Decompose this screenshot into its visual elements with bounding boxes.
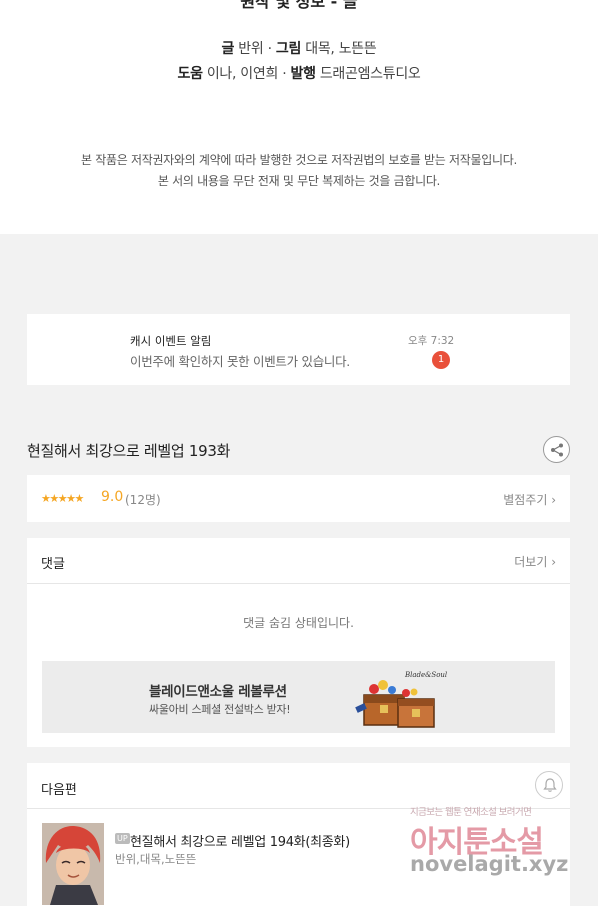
rate-button[interactable]: 별점주기 › <box>503 491 556 508</box>
notification-time: 오후 7:32 <box>408 335 455 347</box>
site-watermark: 지금보는 웹툰 연재소설 보려거면 아지툰소설 novelagit.xyz <box>408 800 584 890</box>
notification-title: 캐시 이벤트 알림 <box>130 334 212 348</box>
share-button[interactable] <box>543 436 570 463</box>
comments-card: 댓글 더보기 › 댓글 숨김 상태입니다. 블레이드앤소울 레볼루션 싸울아비 … <box>27 538 570 747</box>
comments-hidden-text: 댓글 숨김 상태입니다. <box>243 616 354 630</box>
credit-label: 그림 <box>275 41 302 57</box>
treasure-chest-image: Blade&Soul 레볼루션 <box>355 671 450 728</box>
comments-header: 댓글 더보기 › <box>27 538 570 584</box>
credits-section: 원작 및 정보 - 글 글 반위 · 그림 대목, 노뜬뜬 도움 이나, 이연희… <box>0 0 598 234</box>
rating-count: (12명) <box>125 493 161 507</box>
character-portrait <box>42 823 104 905</box>
copyright-notice: 본 서의 내용을 무단 전재 및 무단 복제하는 것을 금합니다. <box>157 174 441 188</box>
notification-badge: 1 <box>432 351 450 369</box>
credit-separator: · <box>267 41 272 57</box>
watermark-domain: novelagit.xyz <box>410 852 569 876</box>
credit-value: 대목, 노뜬뜬 <box>305 41 377 57</box>
credit-value: 이나, 이연희 <box>206 66 279 82</box>
credit-separator: · <box>282 66 287 82</box>
notification-text: 이번주에 확인하지 못한 이벤트가 있습니다. <box>130 354 350 369</box>
episode-title: 현질해서 최강으로 레벨업 193화 <box>27 442 231 460</box>
banner-subtitle: 싸울아비 스페셜 전설박스 받자! <box>149 703 291 716</box>
copyright-notice: 본 작품은 저작권자와의 계약에 따라 발행한 것으로 저작권법의 보호를 받는… <box>80 153 518 167</box>
next-label: 다음편 <box>41 783 77 798</box>
up-badge: UP <box>115 833 130 844</box>
next-episode-title: 현질해서 최강으로 레벨업 194화(최종화) <box>130 835 350 850</box>
share-icon <box>551 443 563 457</box>
credit-label: 도움 <box>177 66 203 82</box>
banner-title: 블레이드앤소울 레볼루션 <box>149 684 287 700</box>
rating-score: 9.0 <box>101 489 124 505</box>
credit-line-publisher: 도움 이나, 이연희 · 발행 드래곤엠스튜디오 <box>0 63 598 83</box>
comments-more-button[interactable]: 더보기 › <box>514 553 556 570</box>
notify-button[interactable] <box>535 771 563 799</box>
cut-off-title: 원작 및 정보 - 글 <box>240 0 358 11</box>
next-episode-authors: 반위,대목,노뜬뜬 <box>115 852 197 866</box>
ad-banner[interactable]: 블레이드앤소울 레볼루션 싸울아비 스페셜 전설박스 받자! Blade&Sou… <box>42 661 555 733</box>
bell-icon <box>543 778 557 792</box>
credit-value: 반위 <box>238 41 264 57</box>
watermark-tagline: 지금보는 웹툰 연재소설 보려거면 <box>410 807 532 818</box>
event-notification[interactable]: 캐시 이벤트 알림 이번주에 확인하지 못한 이벤트가 있습니다. 오후 7:3… <box>27 314 570 385</box>
credit-value: 드래곤엠스튜디오 <box>319 66 421 82</box>
next-episode-thumbnail[interactable] <box>42 823 104 905</box>
credit-line-writer: 글 반위 · 그림 대목, 노뜬뜬 <box>0 38 598 58</box>
star-rating: ★★★★★ <box>41 492 84 505</box>
comments-label: 댓글 <box>41 557 65 572</box>
credit-label: 발행 <box>290 66 316 82</box>
credit-label: 글 <box>221 41 235 57</box>
banner-logo-text: Blade&Soul 레볼루션 <box>404 671 450 679</box>
rating-card: ★★★★★ 9.0 (12명) 별점주기 › <box>27 475 570 522</box>
